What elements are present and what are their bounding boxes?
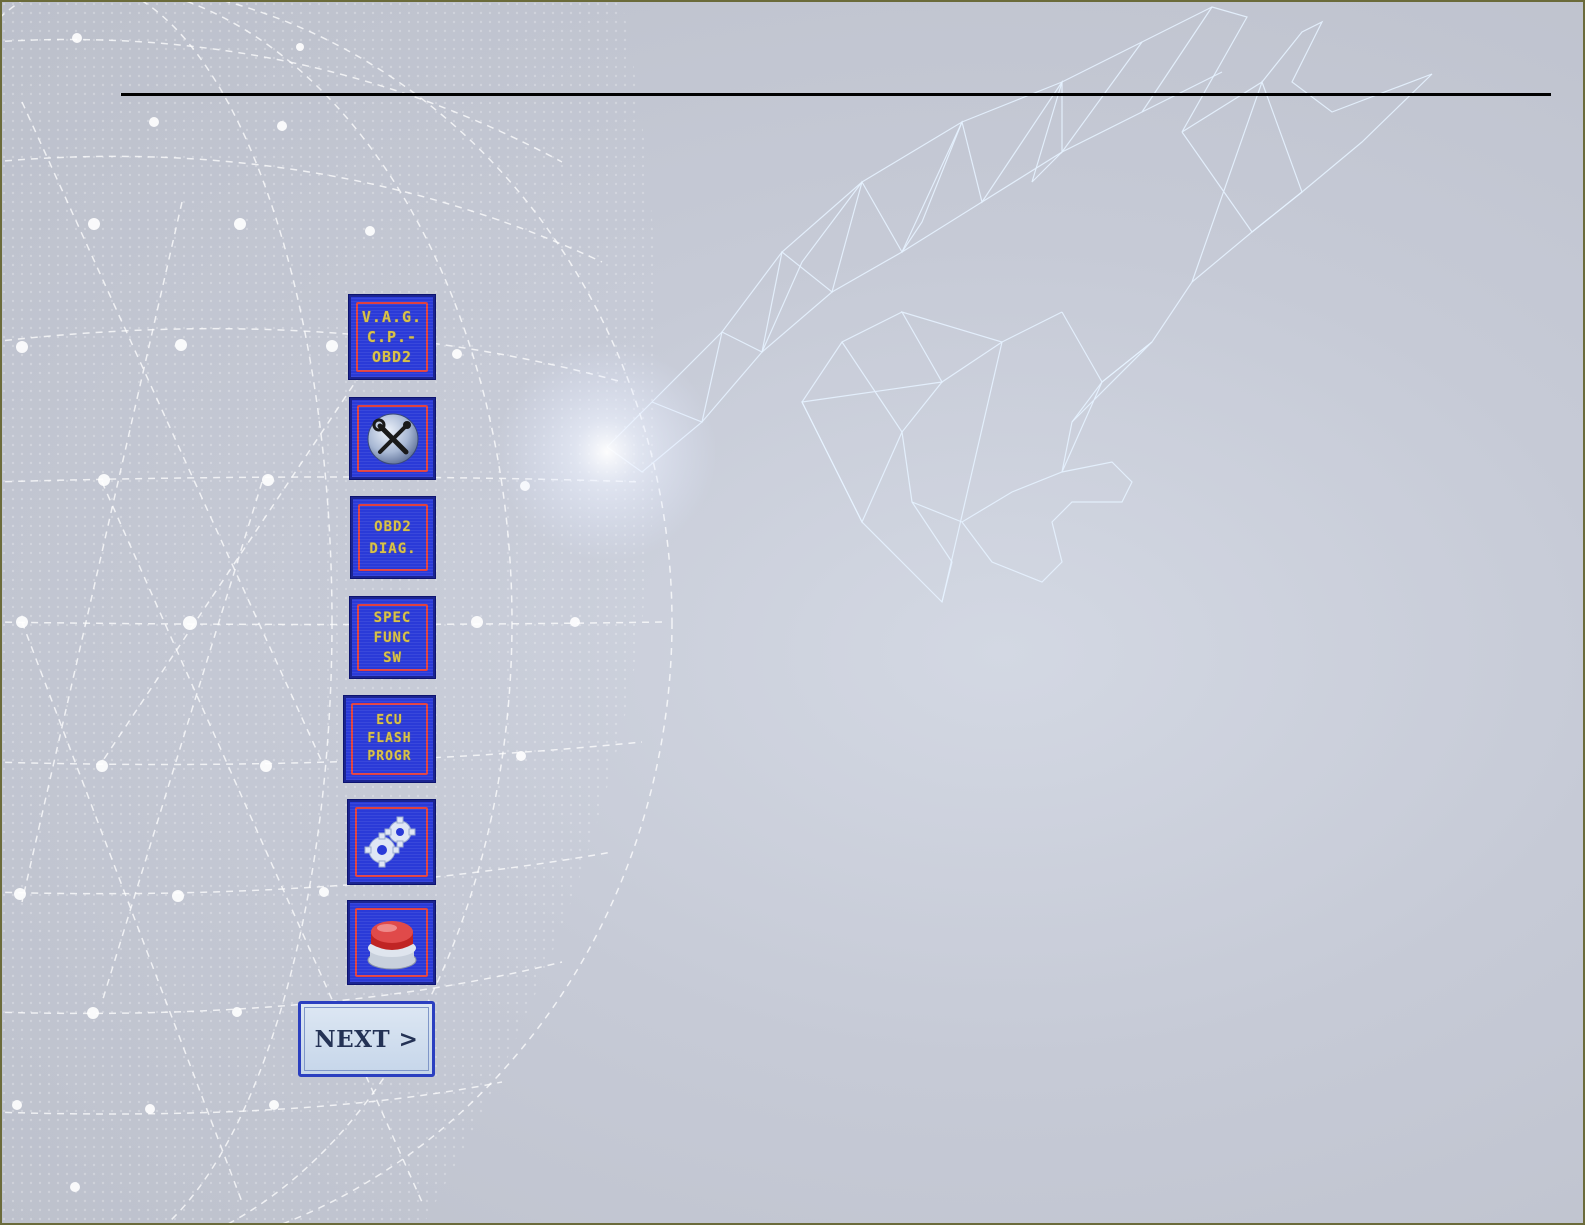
next-button-label: NEXT >: [314, 1025, 419, 1053]
polygon-hand: [606, 6, 1433, 604]
spec-func-sw-label: SPEC FUNC SW: [373, 609, 412, 666]
main-screen: V.A.G. C.P.- OBD2 OBD2 DIAG. SPEC FUNC S…: [0, 0, 1585, 1225]
vag-cp-obd2-label: V.A.G. C.P.- OBD2: [361, 308, 423, 366]
tools-button[interactable]: [350, 398, 435, 479]
spec-func-sw-button[interactable]: SPEC FUNC SW: [350, 597, 435, 678]
next-button[interactable]: NEXT >: [298, 1001, 435, 1077]
exit-button[interactable]: [348, 901, 435, 984]
obd2-diag-button[interactable]: OBD2 DIAG.: [351, 497, 435, 578]
ecu-flash-progr-label: ECU FLASH PROGR: [367, 713, 412, 764]
header-divider-line: [121, 93, 1551, 96]
wrench-screwdriver-icon: [367, 413, 418, 464]
background-globe-hand-illustration: [2, 2, 1433, 1223]
settings-button[interactable]: [348, 800, 435, 884]
gears-icon: [364, 816, 415, 868]
obd2-diag-label: OBD2 DIAG.: [369, 518, 417, 557]
ecu-flash-progr-button[interactable]: ECU FLASH PROGR: [344, 696, 435, 782]
vag-cp-obd2-button[interactable]: V.A.G. C.P.- OBD2: [349, 295, 435, 379]
red-push-button-icon: [367, 920, 416, 969]
fingertip-glow: [497, 342, 717, 562]
